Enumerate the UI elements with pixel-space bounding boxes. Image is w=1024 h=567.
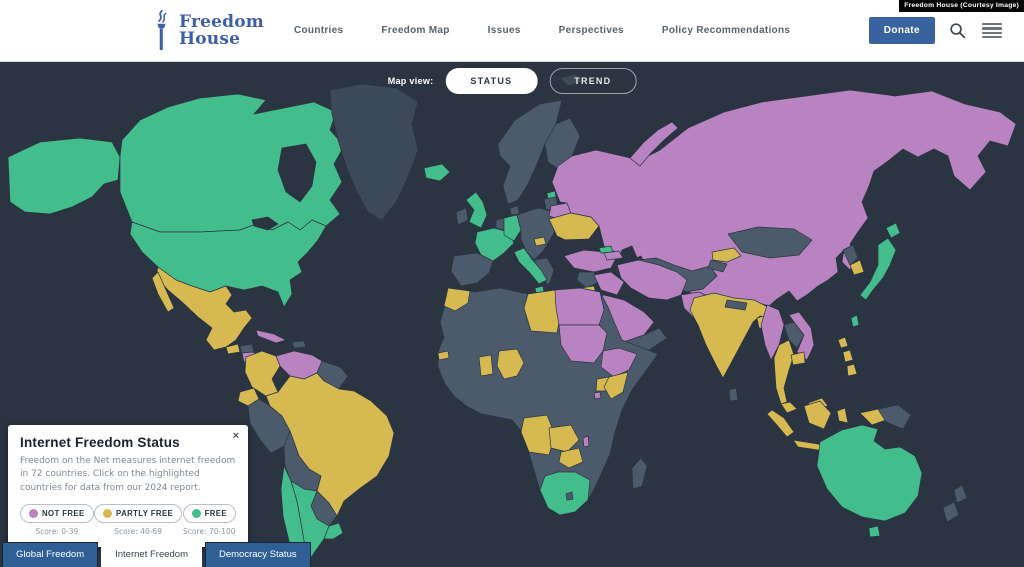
free-label: FREE [205,509,227,518]
partly-free-label: PARTLY FREE [116,509,173,518]
nav-perspectives[interactable]: Perspectives [559,25,624,36]
world-map: Map view: STATUS TREND × Internet Freedo… [0,62,1024,567]
nav-issues[interactable]: Issues [488,25,521,36]
legend-pill-free[interactable]: FREE [183,504,236,523]
not-free-score: Score: 0-39 [20,527,94,536]
freedom-house-logo[interactable]: Freedom House [150,10,264,52]
search-icon[interactable] [949,22,966,39]
card-description: Freedom on the Net measures internet fre… [20,455,236,496]
country-rwanda[interactable] [594,392,601,399]
country-hungary[interactable] [534,237,546,246]
logo-text: Freedom House [179,14,264,47]
torch-icon [150,10,172,52]
map-view-label: Map view: [388,76,434,86]
country-ghana[interactable] [479,355,493,376]
legend-pill-partly-free[interactable]: PARTLY FREE [94,504,182,523]
main-nav: Countries Freedom Map Issues Perspective… [294,25,790,36]
close-icon[interactable]: × [233,431,239,442]
country-egypt[interactable] [555,288,604,325]
tab-democracy-status[interactable]: Democracy Status [205,542,311,567]
country-denmark [510,206,519,215]
map-view-toggle: Map view: STATUS TREND [388,68,637,94]
nav-countries[interactable]: Countries [294,25,343,36]
partly-free-score: Score: 40-69 [94,527,182,536]
trend-toggle-button[interactable]: TREND [549,68,636,94]
country-senegal[interactable] [438,351,449,360]
nav-policy-recommendations[interactable]: Policy Recommendations [662,25,790,36]
nav-freedom-map[interactable]: Freedom Map [381,25,449,36]
free-score: Score: 70-100 [183,527,236,536]
legend-item-partly-free: PARTLY FREE Score: 40-69 [94,504,182,536]
country-sri-lanka [729,388,738,401]
legend-item-not-free: NOT FREE Score: 0-39 [20,504,94,536]
legend: NOT FREE Score: 0-39 PARTLY FREE Score: … [20,504,236,536]
card-title: Internet Freedom Status [20,435,236,450]
map-tabs: Global Freedom Internet Freedom Democrac… [2,542,311,567]
not-free-label: NOT FREE [42,509,85,518]
legend-pill-not-free[interactable]: NOT FREE [20,504,94,523]
courtesy-badge: Freedom House (Courtesy Image) [899,0,1024,12]
menu-icon[interactable] [980,21,1004,41]
free-dot [192,509,201,518]
internet-freedom-status-card: × Internet Freedom Status Freedom on the… [8,425,248,548]
country-malawi[interactable] [583,436,589,447]
site-header: Freedom House Countries Freedom Map Issu… [0,0,1024,62]
donate-button[interactable]: Donate [869,17,935,44]
country-honduras [240,344,254,353]
partly-free-dot [103,509,112,518]
status-toggle-button[interactable]: STATUS [445,68,537,94]
country-azerbaijan[interactable] [604,251,623,260]
legend-item-free: FREE Score: 70-100 [183,504,236,536]
country-benelux [496,218,504,230]
not-free-dot [29,509,38,518]
tab-global-freedom[interactable]: Global Freedom [2,542,98,567]
tab-internet-freedom[interactable]: Internet Freedom [101,542,202,567]
country-hispaniola [292,341,306,348]
country-tasmania[interactable] [869,526,880,537]
